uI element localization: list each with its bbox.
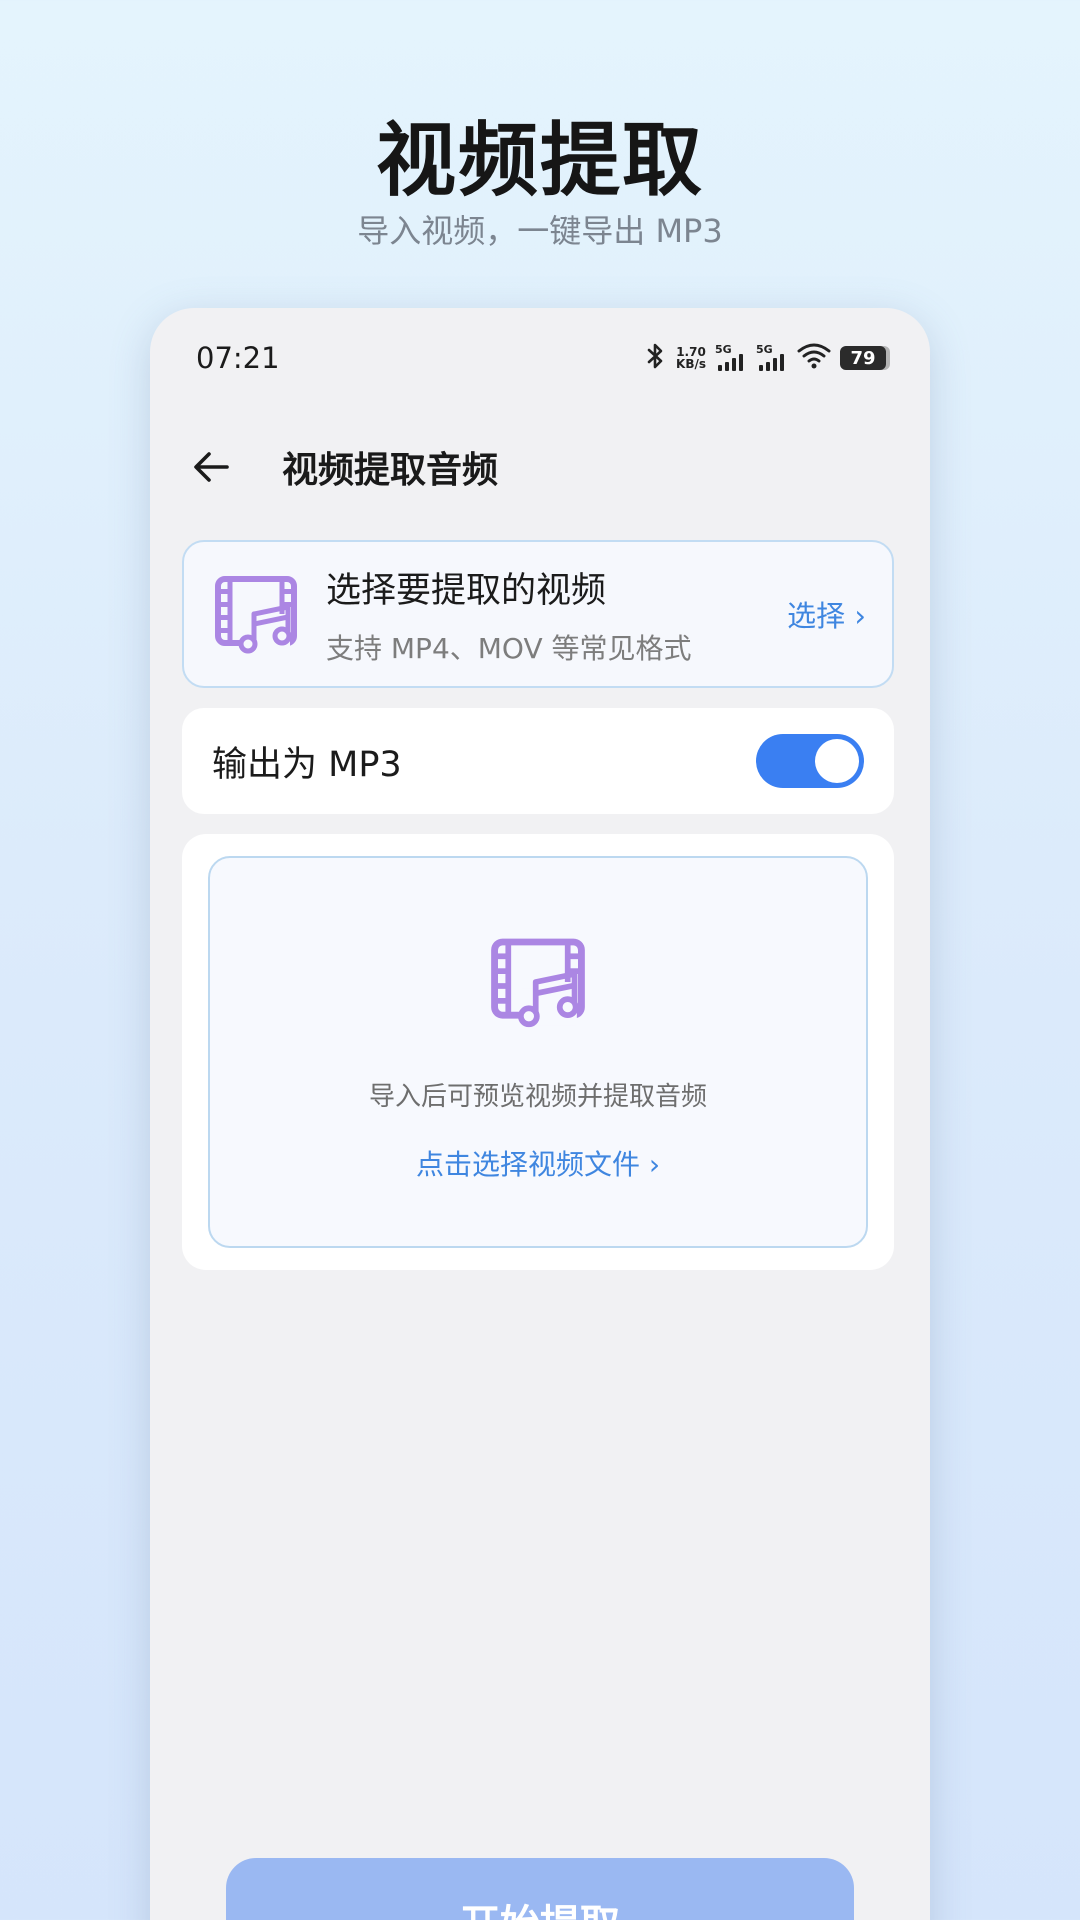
select-title: 选择要提取的视频 [326, 570, 607, 611]
wifi-icon [797, 342, 831, 374]
battery-icon: 79 [840, 346, 886, 370]
output-mp3-row: 输出为 MP3 [182, 708, 894, 814]
start-extract-button[interactable]: 开始提取 [226, 1858, 854, 1920]
choose-video-link[interactable]: 点击选择视频文件 › [416, 1143, 660, 1183]
status-time: 07:21 [196, 341, 280, 375]
output-mp3-label: 输出为 MP3 [212, 744, 402, 785]
status-bar: 07:21 1.70 KB/s 5G 5G 79 [196, 338, 886, 378]
phone-screen: 07:21 1.70 KB/s 5G 5G 79 视频提取音频 选择要提取的视频… [150, 308, 930, 1920]
video-drop-zone[interactable]: 导入后可预览视频并提取音频 点击选择视频文件 › [208, 856, 868, 1248]
toggle-knob [815, 739, 859, 783]
select-subtitle: 支持 MP4、MOV 等常见格式 [326, 631, 692, 665]
arrow-left-icon [194, 452, 229, 482]
signal-icon: 5G [756, 343, 788, 373]
hero-title: 视频提取 [376, 114, 704, 207]
preview-hint: 导入后可预览视频并提取音频 [368, 1082, 707, 1112]
status-icons: 1.70 KB/s 5G 5G 79 [645, 342, 886, 374]
hero-subtitle: 导入视频，一键导出 MP3 [357, 212, 723, 250]
select-video-card[interactable]: 选择要提取的视频 支持 MP4、MOV 等常见格式 选择 › [182, 540, 894, 688]
page-title: 视频提取音频 [282, 450, 499, 491]
video-music-icon [214, 574, 298, 654]
preview-card: 导入后可预览视频并提取音频 点击选择视频文件 › [182, 834, 894, 1270]
select-texts: 选择要提取的视频 支持 MP4、MOV 等常见格式 [326, 562, 787, 667]
output-mp3-toggle[interactable] [756, 734, 864, 788]
video-music-icon [490, 936, 586, 1028]
net-speed-unit: KB/s [676, 357, 706, 371]
net-speed: 1.70 KB/s [676, 346, 706, 370]
select-button[interactable]: 选择 › [787, 593, 866, 635]
bluetooth-icon [645, 342, 667, 374]
back-button[interactable] [186, 442, 236, 492]
app-header: 视频提取音频 [186, 432, 894, 502]
signal-icon: 5G [715, 343, 747, 373]
